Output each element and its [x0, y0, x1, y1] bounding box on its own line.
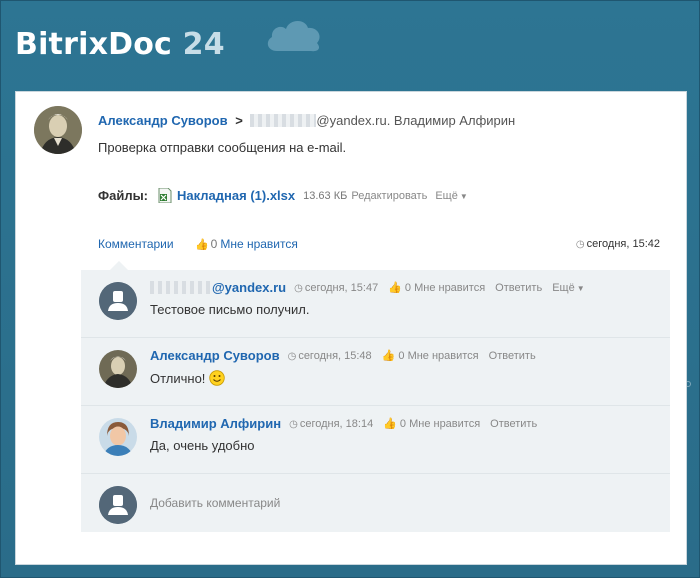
comment-reply-link[interactable]: Ответить [490, 418, 537, 430]
chevron-down-icon: ▼ [576, 283, 585, 293]
smiley-icon [209, 370, 226, 386]
brand-name: BitrixDoc [15, 27, 173, 62]
file-edit-link[interactable]: Редактировать [351, 190, 427, 202]
comment-time: ◷ сегодня, 15:48 [288, 350, 372, 362]
brand-logo[interactable]: BitrixDoc 24 [15, 27, 225, 62]
thumb-up-icon: 👍 [388, 282, 402, 294]
clock-icon: ◷ [289, 418, 298, 430]
thumb-up-icon: 👍 [383, 418, 397, 430]
post-time: ◷ сегодня, 15:42 [576, 238, 660, 250]
clock-icon: ◷ [287, 350, 297, 362]
comment-like-label: Мне нравится [407, 350, 479, 362]
comment-item: Александр Суворов ◷ сегодня, 15:48 👍 0 Мне… [81, 338, 670, 406]
comment-text: Тестовое письмо получил. [150, 302, 310, 317]
comment-author-avatar[interactable] [99, 418, 137, 456]
post-header: Александр Суворов > @yandex.ru. Владимир… [98, 113, 515, 128]
comment-text: Отлично! [150, 370, 206, 386]
comment-like-label: Мне нравится [409, 418, 481, 430]
comment-time-text: сегодня, 15:47 [304, 281, 379, 294]
comment-like-count: 0 [404, 282, 412, 294]
recipient-arrow: > [235, 113, 243, 128]
file-more-menu[interactable]: Ещё ▼ [435, 190, 467, 202]
comments-section: @yandex.ru ◷ сегодня, 15:47 👍 0 Мне нравит… [81, 270, 670, 532]
comment-time: ◷ сегодня, 15:47 [294, 282, 378, 294]
comment-header: Владимир Алфирин ◷ сегодня, 18:14 👍 0 Мне … [150, 416, 547, 431]
comments-link[interactable]: Комментарии [98, 237, 174, 251]
post-author-avatar[interactable] [34, 106, 82, 154]
thumb-up-icon: 👍 [194, 239, 209, 251]
clock-icon: ◷ [575, 239, 585, 250]
comment-like-button[interactable]: 👍 0 Мне нравится [383, 417, 480, 430]
file-more-label: Ещё [435, 189, 458, 202]
comment-like-button[interactable]: 👍 0 Мне нравится [382, 349, 479, 362]
comments-pointer [110, 261, 128, 270]
comment-item: @yandex.ru ◷ сегодня, 15:47 👍 0 Мне нравит… [81, 270, 670, 338]
comment-author-link[interactable]: Владимир Алфирин [150, 416, 281, 431]
brand-number: 24 [182, 27, 225, 62]
comment-header: @yandex.ru ◷ сегодня, 15:47 👍 0 Мне нравит… [150, 280, 585, 295]
comment-header: Александр Суворов ◷ сегодня, 15:48 👍 0 Мне… [150, 348, 546, 363]
comment-text: Да, очень удобно [150, 438, 255, 453]
comment-like-button[interactable]: 👍 0 Мне нравится [388, 281, 485, 294]
default-user-avatar[interactable] [99, 282, 137, 320]
comment-reply-link[interactable]: Ответить [495, 282, 542, 294]
comment-reply-link[interactable]: Ответить [489, 350, 536, 362]
comment-time-text: сегодня, 15:48 [298, 349, 372, 362]
add-comment-input[interactable]: Добавить комментарий [150, 496, 280, 510]
comment-like-count: 0 [399, 418, 407, 430]
app-window: BitrixDoc 24 Александр Суворов > @yandex… [0, 0, 700, 578]
comment-like-label: Мне нравится [414, 282, 486, 294]
blurred-email [250, 114, 317, 127]
file-size: 13.63 КБ [303, 189, 348, 202]
post-text: Проверка отправки сообщения на e-mail. [98, 140, 347, 155]
comment-more-label: Ещё [552, 281, 575, 294]
comment-author-link[interactable]: Александр Суворов [150, 348, 280, 363]
default-user-avatar [99, 486, 137, 524]
post-actions: Комментарии 👍 0 Мне нравится [98, 237, 298, 251]
comment-text-row: Отлично! [150, 370, 226, 386]
post-recipients: @yandex.ru. Владимир Алфирин [316, 113, 516, 128]
files-label: Файлы: [98, 188, 149, 203]
blurred-email [150, 281, 212, 294]
post-time-text: сегодня, 15:42 [586, 238, 660, 250]
like-label: Мне нравится [220, 237, 298, 251]
comment-author-link[interactable]: @yandex.ru [212, 280, 286, 295]
cloud-icon [267, 20, 320, 52]
comment-more-menu[interactable]: Ещё ▼ [552, 282, 584, 294]
like-button[interactable]: 👍 0 Мне нравится [195, 237, 298, 251]
xlsx-file-icon [158, 188, 172, 203]
post-author-link[interactable]: Александр Суворов [98, 113, 228, 128]
thumb-up-icon: 👍 [381, 350, 396, 362]
chevron-down-icon: ▼ [459, 191, 468, 201]
clock-icon: ◷ [294, 282, 303, 294]
comment-author-avatar[interactable] [99, 350, 137, 388]
like-count: 0 [210, 237, 218, 251]
comment-like-count: 0 [398, 350, 405, 362]
post-card: Александр Суворов > @yandex.ru. Владимир… [15, 91, 687, 565]
file-link[interactable]: Накладная (1).xlsx [177, 188, 295, 203]
comment-item: Владимир Алфирин ◷ сегодня, 18:14 👍 0 Мне … [81, 406, 670, 474]
files-row: Файлы: Накладная (1).xlsx 13.63 КБ Редак… [98, 188, 468, 203]
comment-time-text: сегодня, 18:14 [299, 417, 374, 430]
add-comment-row[interactable]: Добавить комментарий [81, 474, 670, 532]
comment-time: ◷ сегодня, 18:14 [289, 418, 373, 430]
